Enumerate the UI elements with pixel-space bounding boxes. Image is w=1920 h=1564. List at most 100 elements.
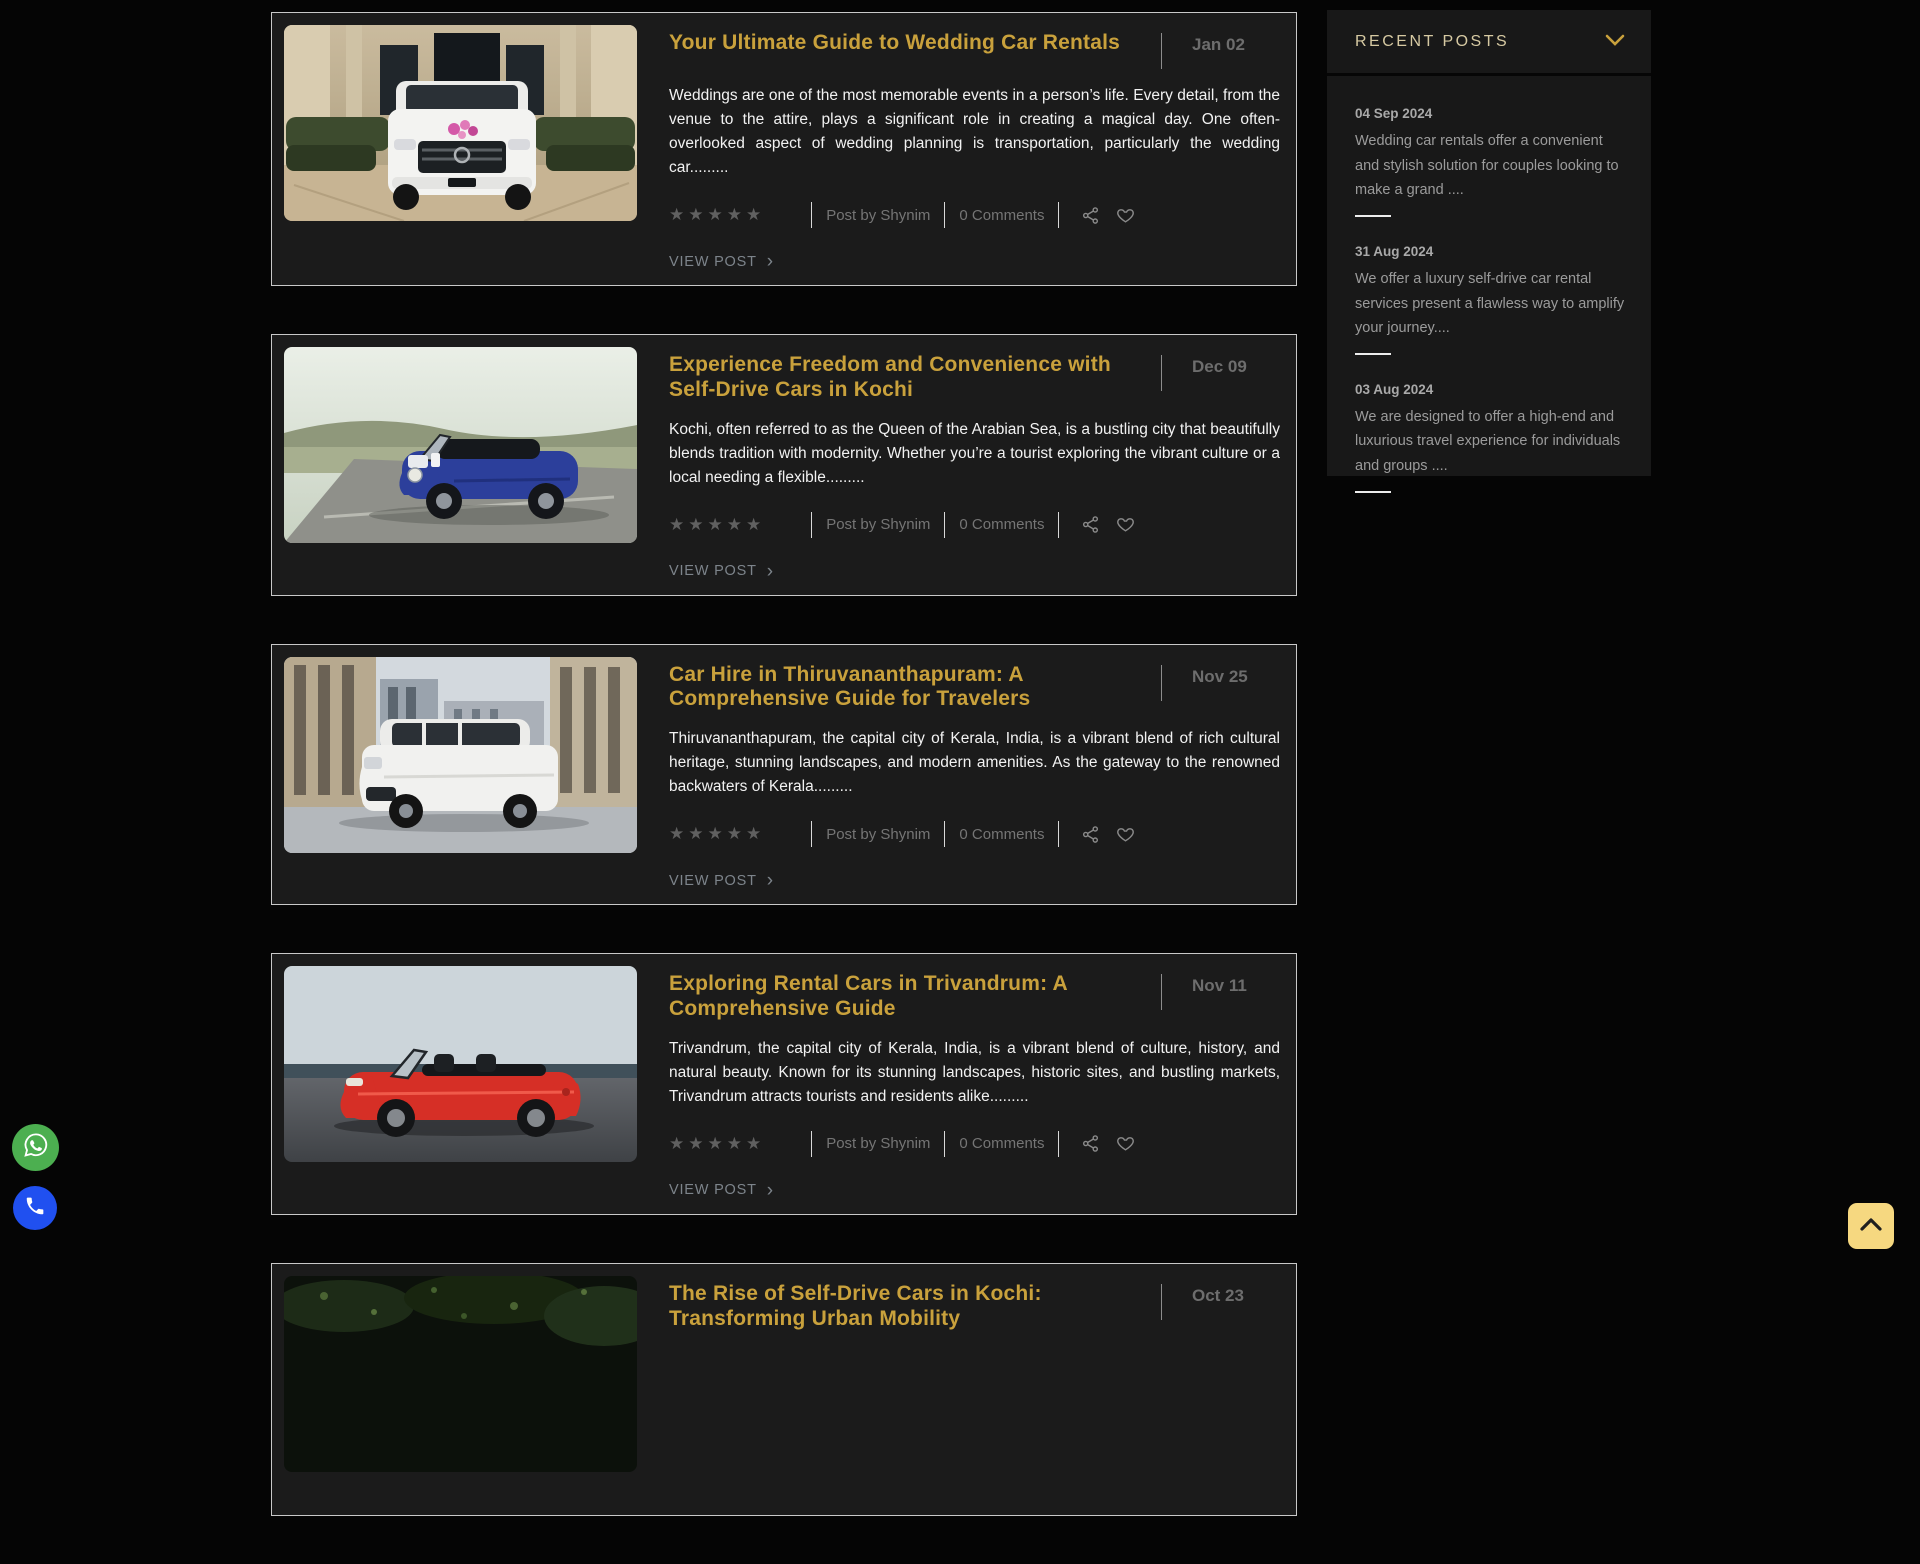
- comments-count[interactable]: 0 Comments: [959, 207, 1044, 224]
- divider: [811, 512, 812, 538]
- post-content: The Rise of Self-Drive Cars in Kochi: Tr…: [669, 1276, 1280, 1501]
- divider: [944, 512, 945, 538]
- post-card: Car Hire in Thiruvananthapuram: A Compre…: [271, 644, 1297, 906]
- scroll-to-top-button[interactable]: [1848, 1203, 1894, 1249]
- post-date: Nov 11: [1162, 972, 1280, 996]
- underline-accent: [1355, 215, 1391, 217]
- view-post-label: VIEW POST: [669, 563, 757, 579]
- post-title-link[interactable]: Your Ultimate Guide to Wedding Car Renta…: [669, 31, 1161, 56]
- recent-posts-title: RECENT POSTS: [1355, 33, 1509, 51]
- recent-posts-list: 04 Sep 2024 Wedding car rentals offer a …: [1327, 76, 1651, 493]
- post-author: Post by Shynim: [826, 516, 930, 533]
- divider: [944, 202, 945, 228]
- recent-post-item[interactable]: 31 Aug 2024 We offer a luxury self-drive…: [1355, 244, 1625, 355]
- post-author: Post by Shynim: [826, 826, 930, 843]
- post-title-link[interactable]: Exploring Rental Cars in Trivandrum: A C…: [669, 972, 1161, 1022]
- post-date: Nov 25: [1162, 663, 1280, 687]
- post-title-link[interactable]: Car Hire in Thiruvananthapuram: A Compre…: [669, 663, 1161, 713]
- comments-count[interactable]: 0 Comments: [959, 1135, 1044, 1152]
- recent-post-date: 03 Aug 2024: [1355, 382, 1625, 397]
- phone-button[interactable]: [13, 1186, 57, 1230]
- post-meta-row: ★★★★★ Post by Shynim 0 Comments: [669, 512, 1280, 538]
- post-date: Oct 23: [1162, 1282, 1280, 1306]
- blog-post-list: Your Ultimate Guide to Wedding Car Renta…: [271, 12, 1297, 1564]
- post-card: The Rise of Self-Drive Cars in Kochi: Tr…: [271, 1263, 1297, 1516]
- divider: [1058, 512, 1059, 538]
- heart-icon[interactable]: [1116, 1134, 1135, 1153]
- post-title-link[interactable]: The Rise of Self-Drive Cars in Kochi: Tr…: [669, 1282, 1161, 1332]
- post-thumbnail-dark-foliage[interactable]: [284, 1276, 637, 1472]
- divider: [811, 202, 812, 228]
- post-content: Exploring Rental Cars in Trivandrum: A C…: [669, 966, 1280, 1200]
- divider: [1058, 202, 1059, 228]
- view-post-link[interactable]: VIEW POST ›: [669, 871, 774, 890]
- share-icon[interactable]: [1081, 825, 1100, 844]
- recent-post-link[interactable]: We are designed to offer a high-end and …: [1355, 405, 1625, 479]
- divider: [944, 1131, 945, 1157]
- post-date: Jan 02: [1162, 31, 1280, 55]
- chevron-up-icon: [1858, 1216, 1884, 1237]
- whatsapp-button[interactable]: [12, 1124, 59, 1171]
- divider: [1058, 821, 1059, 847]
- post-date: Dec 09: [1162, 353, 1280, 377]
- share-icon[interactable]: [1081, 515, 1100, 534]
- post-thumbnail-wedding-suv[interactable]: [284, 25, 637, 221]
- chevron-right-icon: ›: [767, 871, 774, 890]
- post-author: Post by Shynim: [826, 1135, 930, 1152]
- divider: [811, 821, 812, 847]
- chevron-down-icon[interactable]: [1605, 33, 1625, 51]
- recent-post-link[interactable]: We offer a luxury self-drive car rental …: [1355, 267, 1625, 341]
- view-post-link[interactable]: VIEW POST ›: [669, 252, 774, 271]
- underline-accent: [1355, 353, 1391, 355]
- divider: [811, 1131, 812, 1157]
- heart-icon[interactable]: [1116, 515, 1135, 534]
- recent-post-link[interactable]: Wedding car rentals offer a convenient a…: [1355, 129, 1625, 203]
- comments-count[interactable]: 0 Comments: [959, 516, 1044, 533]
- post-thumbnail-white-suv-city[interactable]: [284, 657, 637, 853]
- divider: [1058, 1131, 1059, 1157]
- post-excerpt: Kochi, often referred to as the Queen of…: [669, 418, 1280, 490]
- comments-count[interactable]: 0 Comments: [959, 826, 1044, 843]
- post-meta-row: ★★★★★ Post by Shynim 0 Comments: [669, 1131, 1280, 1157]
- recent-post-date: 31 Aug 2024: [1355, 244, 1625, 259]
- star-rating: ★★★★★: [669, 515, 765, 535]
- heart-icon[interactable]: [1116, 825, 1135, 844]
- view-post-label: VIEW POST: [669, 1182, 757, 1198]
- share-icon[interactable]: [1081, 1134, 1100, 1153]
- blue-convertible-image: [284, 347, 637, 543]
- whatsapp-icon: [23, 1132, 49, 1163]
- recent-post-item[interactable]: 04 Sep 2024 Wedding car rentals offer a …: [1355, 106, 1625, 217]
- share-icon[interactable]: [1081, 206, 1100, 225]
- white-wedding-suv-image: [284, 25, 637, 221]
- post-excerpt: Trivandrum, the capital city of Kerala, …: [669, 1037, 1280, 1109]
- post-excerpt: Thiruvananthapuram, the capital city of …: [669, 727, 1280, 799]
- post-meta-row: ★★★★★ Post by Shynim 0 Comments: [669, 202, 1280, 228]
- recent-posts-header[interactable]: RECENT POSTS: [1327, 10, 1651, 76]
- chevron-right-icon: ›: [767, 252, 774, 271]
- phone-icon: [24, 1195, 46, 1222]
- recent-post-date: 04 Sep 2024: [1355, 106, 1625, 121]
- red-convertible-image: [284, 966, 637, 1162]
- star-rating: ★★★★★: [669, 1134, 765, 1154]
- post-thumbnail-red-convertible[interactable]: [284, 966, 637, 1162]
- view-post-label: VIEW POST: [669, 873, 757, 889]
- post-title-link[interactable]: Experience Freedom and Convenience with …: [669, 353, 1161, 403]
- post-card: Experience Freedom and Convenience with …: [271, 334, 1297, 596]
- post-meta-row: ★★★★★ Post by Shynim 0 Comments: [669, 821, 1280, 847]
- chevron-right-icon: ›: [767, 1181, 774, 1200]
- chevron-right-icon: ›: [767, 562, 774, 581]
- post-card: Your Ultimate Guide to Wedding Car Renta…: [271, 12, 1297, 286]
- post-thumbnail-blue-convertible[interactable]: [284, 347, 637, 543]
- divider: [944, 821, 945, 847]
- view-post-label: VIEW POST: [669, 254, 757, 270]
- post-content: Your Ultimate Guide to Wedding Car Renta…: [669, 25, 1280, 271]
- heart-icon[interactable]: [1116, 206, 1135, 225]
- underline-accent: [1355, 491, 1391, 493]
- view-post-link[interactable]: VIEW POST ›: [669, 1181, 774, 1200]
- star-rating: ★★★★★: [669, 205, 765, 225]
- post-card: Exploring Rental Cars in Trivandrum: A C…: [271, 953, 1297, 1215]
- recent-post-item[interactable]: 03 Aug 2024 We are designed to offer a h…: [1355, 382, 1625, 493]
- post-excerpt: Weddings are one of the most memorable e…: [669, 84, 1280, 180]
- post-content: Car Hire in Thiruvananthapuram: A Compre…: [669, 657, 1280, 891]
- view-post-link[interactable]: VIEW POST ›: [669, 562, 774, 581]
